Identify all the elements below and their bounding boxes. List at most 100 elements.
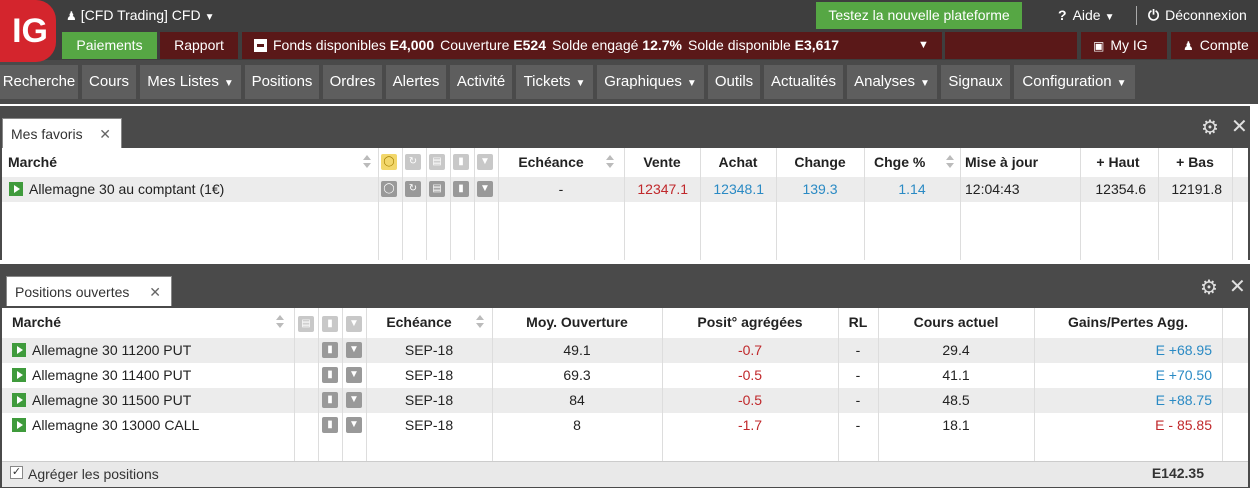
col-header-current[interactable]: Cours actuel (878, 308, 1034, 336)
coverage-label: Couverture (440, 37, 510, 53)
col-header-aggregated[interactable]: Posit° agrégées (662, 308, 838, 336)
dropdown-icon[interactable]: ▼ (346, 367, 362, 383)
dropdown-icon[interactable]: ▼ (346, 417, 362, 433)
chevron-down-icon: ▼ (1116, 78, 1127, 89)
dropdown-icon[interactable]: ▼ (477, 154, 493, 170)
sort-icon[interactable] (606, 155, 614, 169)
col-header-avg-open[interactable]: Moy. Ouverture (492, 308, 662, 336)
refresh-icon[interactable]: ↻ (405, 181, 421, 197)
favorites-grid: Marché ◯ ↻ ▤ ▮ ▼ Echéance Vente Achat Ch… (2, 148, 1248, 260)
logout-button[interactable]: ⏻ Déconnexion (1148, 0, 1247, 32)
chart-icon[interactable]: ▮ (322, 417, 338, 433)
close-icon[interactable]: ✕ (1229, 277, 1246, 297)
menu-item-ordres[interactable]: Ordres (323, 65, 382, 99)
col-header-pnl[interactable]: Gains/Pertes Agg. (1034, 308, 1222, 336)
menu-item-signaux[interactable]: Signaux (941, 65, 1010, 99)
menu-item-configuration[interactable]: Configuration ▼ (1014, 65, 1135, 99)
col-header-market[interactable]: Marché (12, 308, 212, 336)
menu-item-actualités[interactable]: Actualités (764, 65, 843, 99)
col-header-sell[interactable]: Vente (624, 148, 700, 176)
menu-item-outils[interactable]: Outils (708, 65, 760, 99)
aggregate-checkbox[interactable]: ✓ (10, 466, 23, 479)
dropdown-icon[interactable]: ▼ (477, 181, 493, 197)
close-icon[interactable]: ✕ (149, 277, 161, 307)
menu-item-label: Ordres (329, 73, 376, 90)
col-header-change[interactable]: Change (776, 148, 864, 176)
updated-time: 12:04:43 (965, 181, 1020, 197)
sort-icon[interactable] (276, 315, 284, 329)
chart-icon[interactable]: ▮ (453, 181, 469, 197)
menu-item-mes-listes[interactable]: Mes Listes ▼ (140, 65, 241, 99)
chevron-down-icon: ▼ (223, 78, 234, 89)
play-icon[interactable] (12, 393, 26, 407)
chart-icon[interactable]: ▮ (322, 392, 338, 408)
refresh-icon[interactable]: ↻ (405, 154, 421, 170)
menu-item-label: Activité (456, 73, 506, 90)
tab-label: Positions ouvertes (15, 284, 130, 300)
col-header-change-pct[interactable]: Chge % (874, 148, 954, 176)
avg-open-cell: 84 (569, 392, 585, 408)
col-header-market[interactable]: Marché (8, 148, 208, 176)
account-selector[interactable]: ♟ [CFD Trading] CFD ▼ (66, 0, 214, 32)
play-icon[interactable] (9, 182, 23, 196)
payments-button[interactable]: Paiements (62, 32, 157, 59)
account-button[interactable]: ♟ Compte (1171, 32, 1258, 59)
chart-icon[interactable]: ▮ (322, 342, 338, 358)
my-ig-icon: ▣ (1093, 39, 1105, 53)
details-icon[interactable]: ▤ (298, 316, 314, 332)
play-icon[interactable] (12, 418, 26, 432)
try-new-platform-button[interactable]: Testez la nouvelle plateforme (816, 2, 1022, 29)
logout-label: Déconnexion (1165, 7, 1247, 23)
gear-icon[interactable]: ⚙ (1199, 278, 1219, 298)
sort-icon[interactable] (946, 155, 954, 169)
column-divider (864, 148, 865, 260)
gear-icon[interactable]: ⚙ (1200, 118, 1220, 138)
play-icon[interactable] (12, 368, 26, 382)
bulb-icon[interactable]: ◯ (381, 181, 397, 197)
dropdown-icon[interactable]: ▼ (346, 392, 362, 408)
menu-item-analyses[interactable]: Analyses ▼ (847, 65, 937, 99)
menu-item-graphiques[interactable]: Graphiques ▼ (597, 65, 704, 99)
menu-item-label: Actualités (770, 73, 837, 90)
menu-item-tickets[interactable]: Tickets ▼ (516, 65, 593, 99)
chevron-down-icon: ▼ (575, 78, 586, 89)
sort-icon[interactable] (363, 155, 371, 169)
menu-item-label: Configuration (1022, 73, 1112, 90)
close-icon[interactable]: ✕ (1231, 117, 1248, 137)
help-menu[interactable]: ? Aide ▼ (1058, 0, 1115, 32)
tab-open-positions[interactable]: Positions ouvertes ✕ (6, 276, 172, 306)
play-icon[interactable] (12, 343, 26, 357)
menu-item-alertes[interactable]: Alertes (386, 65, 446, 99)
column-divider (1222, 308, 1223, 461)
my-ig-button[interactable]: ▣ My IG (1081, 32, 1167, 59)
details-icon[interactable]: ▤ (429, 154, 445, 170)
dropdown-icon[interactable]: ▼ (346, 342, 362, 358)
col-header-buy[interactable]: Achat (700, 148, 776, 176)
report-button[interactable]: Rapport (160, 32, 238, 59)
tab-favorites[interactable]: Mes favoris ✕ (2, 118, 122, 148)
col-header-rl[interactable]: RL (838, 308, 878, 336)
chart-icon[interactable]: ▮ (322, 367, 338, 383)
chart-icon[interactable]: ▮ (453, 154, 469, 170)
menu-item-positions[interactable]: Positions (245, 65, 319, 99)
chart-icon[interactable]: ▮ (322, 316, 338, 332)
account-bar: Paiements Rapport Fonds disponibles E4,0… (0, 32, 1258, 60)
menu-item-activité[interactable]: Activité (450, 65, 512, 99)
pnl-cell: E - 85.85 (1155, 417, 1212, 433)
col-header-high[interactable]: + Haut (1080, 148, 1156, 176)
details-icon[interactable]: ▤ (429, 181, 445, 197)
menu-item-cours[interactable]: Cours (82, 65, 136, 99)
account-label: [CFD Trading] CFD (80, 7, 201, 23)
col-header-expiry[interactable]: Echéance (498, 148, 604, 176)
dropdown-icon[interactable]: ▼ (346, 316, 362, 332)
close-icon[interactable]: ✕ (99, 119, 111, 149)
col-header-low[interactable]: + Bas (1158, 148, 1232, 176)
col-header-expiry[interactable]: Echéance (366, 308, 472, 336)
funds-label: Fonds disponibles (273, 37, 386, 53)
col-header-updated[interactable]: Mise à jour (965, 148, 1075, 176)
funds-summary[interactable]: Fonds disponibles E4,000 Couverture E524 S… (242, 32, 942, 59)
bulb-icon[interactable]: ◯ (381, 154, 397, 170)
sort-icon[interactable] (476, 315, 484, 329)
menu-item-recherche[interactable]: Recherche (0, 65, 78, 99)
menu-item-label: Signaux (948, 73, 1003, 90)
